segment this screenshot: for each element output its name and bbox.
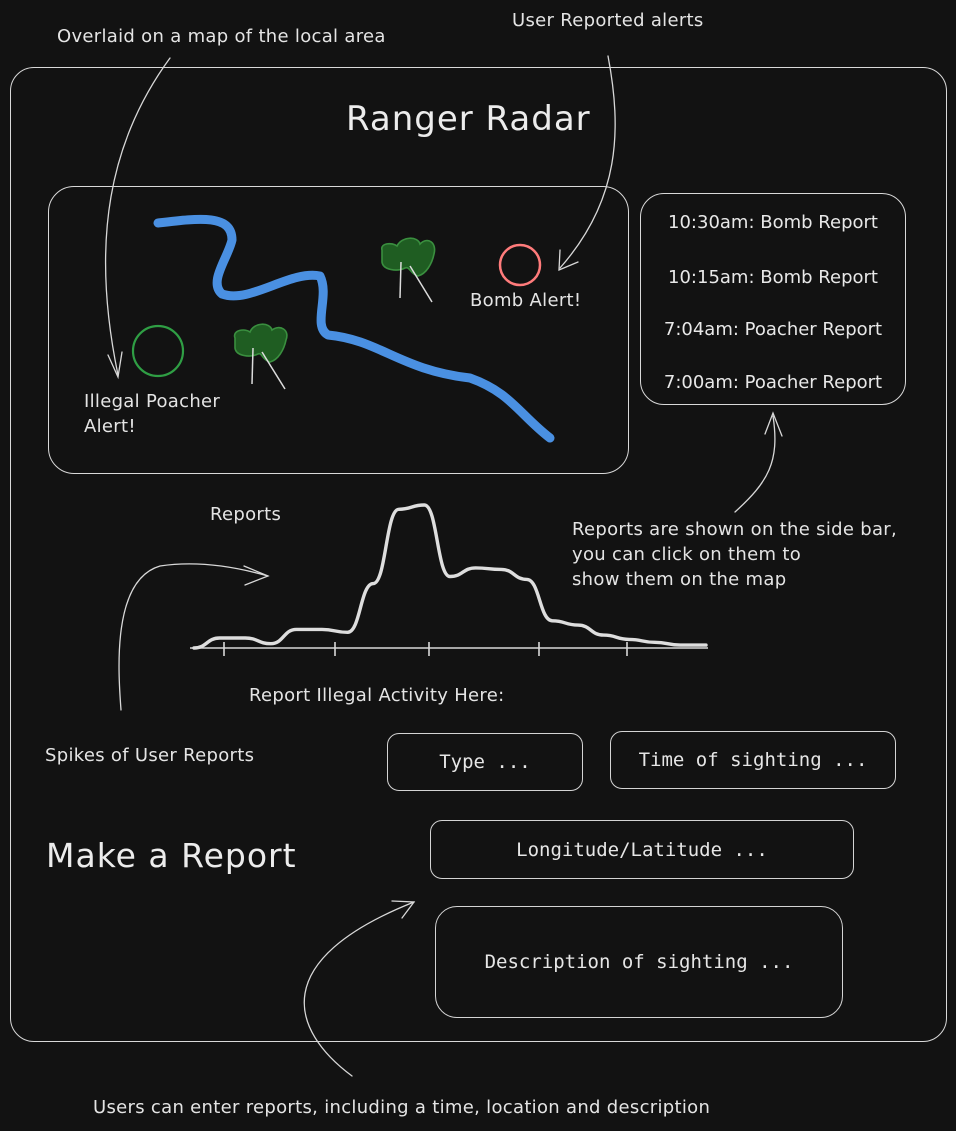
report-form-heading: Report Illegal Activity Here: [249,685,505,706]
sidebar-annotation: Reports are shown on the side bar, you c… [572,517,897,592]
tree-icon [381,237,436,303]
arrow-head [558,249,579,272]
description-input[interactable]: Description of sighting ... [435,906,843,1018]
poacher-alert-label-line2: Alert! [84,416,136,437]
sidebar-report-item[interactable]: 10:15am: Bomb Report [641,267,905,288]
tree-icon [233,323,288,390]
poacher-alert-label: Illegal Poacher Alert! [84,389,220,439]
arrow-to-form [303,901,415,1077]
bomb-alert-marker [498,243,542,287]
arrow-to-bomb-alert [559,55,616,269]
type-input[interactable]: Type ... [387,733,583,791]
form-annotation: Users can enter reports, including a tim… [93,1097,711,1118]
arrow-to-poacher-alert [104,57,171,376]
arrow-to-sidebar [734,415,776,513]
sidebar-annotation-line: you can click on them to [572,544,802,565]
sidebar-report-item[interactable]: 7:04am: Poacher Report [641,319,905,340]
sidebar-report-item[interactable]: 7:00am: Poacher Report [641,372,905,393]
poacher-alert-marker [131,324,185,378]
location-input[interactable]: Longitude/Latitude ... [430,820,854,879]
sidebar-annotation-line: Reports are shown on the side bar, [572,519,898,540]
reports-sidebar: 10:30am: Bomb Report 10:15am: Bomb Repor… [640,193,906,405]
poacher-alert-label-line1: Illegal Poacher [84,391,221,412]
make-report-title: Make a Report [46,836,297,875]
time-of-sighting-input[interactable]: Time of sighting ... [610,731,896,789]
spikes-annotation: Spikes of User Reports [45,745,255,766]
sidebar-report-item[interactable]: 10:30am: Bomb Report [641,212,905,233]
arrow-head [107,351,123,380]
sidebar-annotation-line: show them on the map [572,569,787,590]
bomb-alert-label: Bomb Alert! [470,290,582,311]
chart-title: Reports [210,504,282,525]
